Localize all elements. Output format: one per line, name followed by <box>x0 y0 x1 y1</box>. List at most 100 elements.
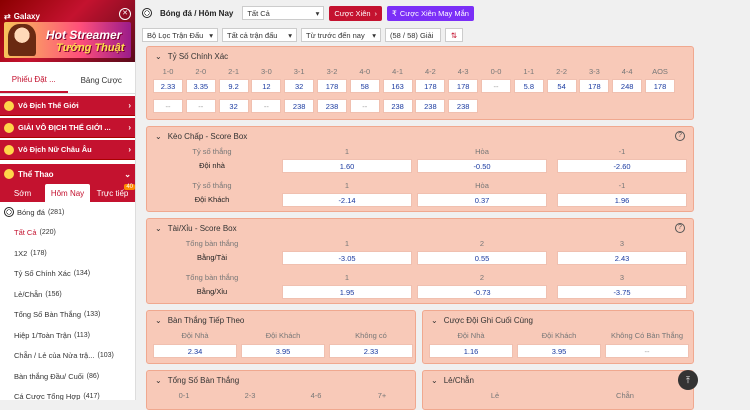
exact-score-header[interactable]: ⌄ Tỷ Số Chính Xác <box>147 47 693 65</box>
tab-live[interactable]: Trực tiếp 40 <box>90 184 135 202</box>
help-icon[interactable]: ? <box>675 223 685 233</box>
odds-cell[interactable]: -2.60 <box>557 159 687 173</box>
odds-cell[interactable]: 0.55 <box>417 251 547 265</box>
soccer-ball-icon <box>4 207 14 218</box>
sport-soccer[interactable]: Bóng đá (281) <box>0 202 135 223</box>
odds-cell[interactable]: 238 <box>284 99 315 113</box>
sidebar-market-item[interactable]: Hiệp 1/Toàn Trận (113) <box>0 325 135 346</box>
odds-cell[interactable]: 2.33 <box>329 344 413 358</box>
over-under-header[interactable]: ⌄ Tài/Xỉu - Score Box <box>147 219 693 237</box>
odds-cell[interactable]: 5.8 <box>513 79 544 93</box>
odds-cell[interactable]: 1.96 <box>557 193 687 207</box>
sports-icon <box>4 169 14 179</box>
col-header: Đội Nhà <box>181 331 209 340</box>
odds-cell[interactable]: 238 <box>415 99 446 113</box>
promo-banner[interactable]: Hot Streamer Tướng Thuật <box>4 22 131 58</box>
odds-cell[interactable]: 1.95 <box>282 285 412 299</box>
scroll-top-button[interactable]: ⤒ <box>678 370 698 390</box>
odds-cell[interactable]: -3.05 <box>282 251 412 265</box>
odds-cell[interactable]: -- <box>605 344 689 358</box>
odds-cell[interactable]: 178 <box>645 79 675 93</box>
odds-cell[interactable]: 163 <box>382 79 413 93</box>
odds-cell[interactable]: -- <box>349 99 380 113</box>
league-count-label: (58 / 58) Giải <box>390 30 434 40</box>
sidebar-market-item[interactable]: Lẻ/Chẵn (156) <box>0 284 135 305</box>
market-label: Tổng Số Bàn Thắng <box>14 310 81 320</box>
sidebar-market-item[interactable]: Tổng Số Bàn Thắng (133) <box>0 305 135 326</box>
col-header: 7+ <box>377 391 387 400</box>
odds-cell[interactable]: 58 <box>349 79 380 93</box>
odds-cell[interactable]: 32 <box>218 99 249 113</box>
odds-cell[interactable]: -- <box>251 99 282 113</box>
match-filter-select[interactable]: Bộ Lọc Trận Đấu ▾ <box>142 28 218 42</box>
market-count: (178) <box>30 249 47 257</box>
odds-cell[interactable]: -0.73 <box>417 285 547 299</box>
odds-cell[interactable]: 12 <box>251 79 282 93</box>
odds-cell[interactable]: 238 <box>448 99 479 113</box>
tab-early[interactable]: Sớm <box>0 184 45 202</box>
sidebar-market-item[interactable]: Tỷ Số Chính Xác (134) <box>0 264 135 285</box>
sidebar-market-item[interactable]: Cá Cược Tổng Hợp (417) <box>0 387 135 400</box>
time-range-select[interactable]: Từ trước đến nay ▾ <box>301 28 381 42</box>
odds-cell[interactable]: 9.2 <box>218 79 249 93</box>
odds-cell[interactable]: 32 <box>284 79 315 93</box>
sidebar-market-item[interactable]: Tất Cả (220) <box>0 223 135 244</box>
market-select[interactable]: Tất Cả ▾ <box>242 6 325 20</box>
odds-cell[interactable]: -2.14 <box>282 193 412 207</box>
odd-even-header[interactable]: ⌄ Lẻ/Chẵn <box>423 371 693 389</box>
parlay-button[interactable]: Cược Xiên › <box>329 5 383 21</box>
tab-today[interactable]: Hôm Nay <box>45 184 90 202</box>
last-goal-header[interactable]: ⌄ Cược Đội Ghi Cuối Cùng <box>423 311 693 329</box>
odds-cell[interactable]: -- <box>185 99 216 113</box>
handicap-header[interactable]: ⌄ Kèo Chấp - Score Box <box>147 127 693 145</box>
galaxy-promo[interactable]: ⇄ Galaxy ✕ Hot Streamer Tướng Thuật <box>0 0 135 62</box>
odds-cell[interactable]: 178 <box>415 79 446 93</box>
sort-icon[interactable]: ⇅ <box>445 28 463 42</box>
odds-cell[interactable]: 2.33 <box>153 79 183 93</box>
odds-cell[interactable]: 0.37 <box>417 193 547 207</box>
odds-cell[interactable]: 178 <box>579 79 610 93</box>
odds-cell[interactable]: 2.34 <box>153 344 237 358</box>
league-world-championship[interactable]: GIẢI VÔ ĐỊCH THẾ GIỚI ... › <box>0 118 135 138</box>
market-select-value: Tất Cả <box>247 8 270 18</box>
market-count: (134) <box>73 270 91 278</box>
sport-count: (281) <box>47 208 65 216</box>
sidebar-market-item[interactable]: Chẵn / Lẻ của Nửa trậ... (103) <box>0 346 135 367</box>
lucky-parlay-button[interactable]: ₹ Cược Xiên May Mắn <box>387 5 474 21</box>
odds-cell[interactable]: 3.95 <box>241 344 325 358</box>
odds-cell[interactable]: 248 <box>612 79 643 93</box>
market-list: Tất Cả (220) 1X2 (178) Tỷ Số Chính Xác (134) L… <box>0 223 135 400</box>
odds-cell[interactable]: -- <box>481 79 511 93</box>
total-goals-header[interactable]: ⌄ Tổng Số Bàn Thắng <box>147 371 415 389</box>
league-women-euro[interactable]: Vô Địch Nữ Châu Âu › <box>0 140 135 160</box>
handicap-title: Kèo Chấp - Score Box <box>167 131 248 141</box>
odds-cell[interactable]: 178 <box>448 79 479 93</box>
odds-cell[interactable]: 238 <box>382 99 413 113</box>
odds-cell[interactable]: 238 <box>317 99 347 113</box>
odds-cell[interactable]: -- <box>153 99 183 113</box>
tab-bet-table[interactable]: Bảng Cược <box>68 68 136 93</box>
sidebar-market-item[interactable]: 1X2 (178) <box>0 243 135 264</box>
odds-cell[interactable]: -0.50 <box>417 159 547 173</box>
odds-cell[interactable]: 3.95 <box>517 344 601 358</box>
league-world-cup[interactable]: Vô Địch Thế Giới › <box>0 96 135 116</box>
odds-cell[interactable]: 1.60 <box>282 159 412 173</box>
league-count-select[interactable]: (58 / 58) Giải <box>385 28 441 42</box>
odds-cell[interactable]: 3.35 <box>185 79 216 93</box>
tab-betslip[interactable]: Phiếu Đặt ... <box>0 68 68 93</box>
odds-cell[interactable]: 1.16 <box>429 344 513 358</box>
banner-line1: Hot Streamer <box>46 28 122 42</box>
odds-cell[interactable]: 54 <box>546 79 577 93</box>
galaxy-title: Galaxy <box>13 12 40 21</box>
help-icon[interactable]: ? <box>675 131 685 141</box>
all-matches-select[interactable]: Tất cả trận đấu ▾ <box>222 28 297 42</box>
odds-cell[interactable]: 178 <box>317 79 347 93</box>
next-goal-header[interactable]: ⌄ Bàn Thắng Tiếp Theo <box>147 311 415 329</box>
soccer-ball-icon <box>142 8 152 18</box>
close-icon[interactable]: ✕ <box>119 8 131 20</box>
sports-header[interactable]: Thể Thao ⌄ <box>0 164 135 184</box>
sidebar-market-item[interactable]: Bàn thắng Đầu/ Cuối (86) <box>0 366 135 387</box>
odds-cell[interactable]: 2.43 <box>557 251 687 265</box>
galaxy-header[interactable]: ⇄ Galaxy <box>4 12 40 21</box>
odds-cell[interactable]: -3.75 <box>557 285 687 299</box>
